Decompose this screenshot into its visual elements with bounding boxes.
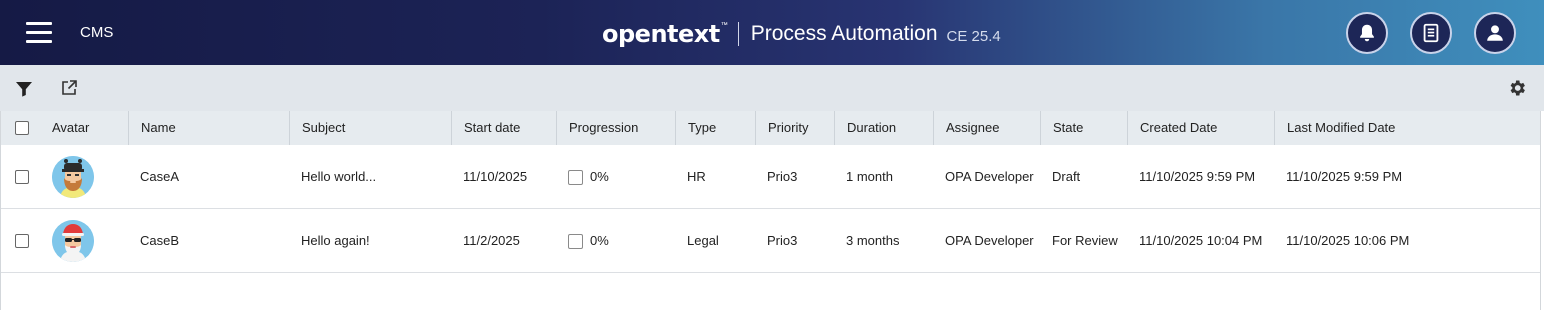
column-header-subject[interactable]: Subject	[289, 111, 451, 145]
case-duration: 3 months	[846, 233, 900, 248]
settings-gear-icon[interactable]	[1507, 78, 1527, 98]
brand: opentext ™ Process Automation CE 25.4	[602, 17, 1001, 51]
app-header: CMS opentext ™ Process Automation CE 25.…	[0, 0, 1544, 65]
case-state: Draft	[1052, 169, 1081, 184]
progress-checkbox	[568, 233, 583, 249]
avatar	[52, 156, 94, 198]
case-name[interactable]: CaseB	[128, 209, 179, 273]
case-assignee: OPA Developer	[945, 169, 1034, 184]
menu-icon[interactable]	[26, 21, 54, 45]
table-row[interactable]: CaseA Hello world... 11/10/2025 0% HR Pr…	[0, 145, 1540, 209]
product-name: Process Automation	[750, 22, 938, 45]
column-header-progression[interactable]: Progression	[556, 111, 675, 145]
case-start-date: 11/2/2025	[463, 233, 520, 248]
export-icon[interactable]	[59, 78, 79, 98]
column-header-avatar[interactable]: Avatar	[40, 111, 128, 145]
brand-divider	[737, 22, 739, 46]
toolbar	[0, 65, 1544, 111]
case-assignee: OPA Developer	[945, 233, 1034, 248]
user-profile-button[interactable]	[1474, 12, 1516, 54]
case-priority: Prio3	[767, 233, 798, 248]
column-header-name[interactable]: Name	[128, 111, 289, 145]
app-label: CMS	[80, 24, 114, 41]
case-progression: 0%	[556, 145, 609, 209]
user-icon	[1487, 25, 1503, 41]
case-duration: 1 month	[846, 169, 893, 184]
document-icon	[1423, 23, 1439, 43]
table-left-border	[0, 111, 1, 310]
table-row[interactable]: CaseB Hello again! 11/2/2025 0% Legal Pr…	[0, 209, 1540, 273]
case-state: For Review	[1052, 233, 1118, 248]
column-header-type[interactable]: Type	[675, 111, 755, 145]
case-start-date: 11/10/2025	[463, 169, 528, 184]
case-type: HR	[687, 169, 706, 184]
column-header-duration[interactable]: Duration	[834, 111, 933, 145]
column-header-priority[interactable]: Priority	[755, 111, 834, 145]
notifications-button[interactable]	[1346, 12, 1388, 54]
case-subject: Hello again!	[301, 233, 370, 248]
table-right-border	[1540, 111, 1541, 310]
case-priority: Prio3	[767, 169, 798, 184]
column-header-start-date[interactable]: Start date	[451, 111, 556, 145]
avatar-bearded-man-icon	[52, 156, 94, 198]
column-header-state[interactable]: State	[1040, 111, 1127, 145]
select-all-checkbox[interactable]	[15, 121, 29, 135]
brand-logo: opentext	[602, 20, 720, 48]
progress-value: 0%	[590, 169, 609, 184]
progress-value: 0%	[590, 233, 609, 248]
brand-trademark: ™	[720, 21, 728, 29]
documents-button[interactable]	[1410, 12, 1452, 54]
column-header-last-modified-date[interactable]: Last Modified Date	[1274, 111, 1540, 145]
case-type: Legal	[687, 233, 719, 248]
case-created-date: 11/10/2025 10:04 PM	[1139, 233, 1263, 248]
case-modified-date: 11/10/2025 10:06 PM	[1286, 233, 1410, 248]
avatar-santa-hat-icon	[52, 220, 94, 262]
column-header-created-date[interactable]: Created Date	[1127, 111, 1274, 145]
row-checkbox[interactable]	[15, 234, 29, 248]
case-name[interactable]: CaseA	[128, 145, 179, 209]
product-version: CE 25.4	[946, 27, 1001, 45]
case-subject: Hello world...	[301, 169, 377, 184]
column-header-assignee[interactable]: Assignee	[933, 111, 1040, 145]
bell-icon	[1360, 24, 1374, 42]
case-progression: 0%	[556, 209, 609, 273]
progress-checkbox	[568, 169, 583, 185]
avatar	[52, 220, 94, 262]
case-created-date: 11/10/2025 9:59 PM	[1139, 169, 1256, 184]
filter-icon[interactable]	[14, 79, 34, 99]
row-checkbox[interactable]	[15, 170, 29, 184]
table-header: Avatar Name Subject Start date Progressi…	[0, 111, 1540, 145]
case-modified-date: 11/10/2025 9:59 PM	[1286, 169, 1403, 184]
